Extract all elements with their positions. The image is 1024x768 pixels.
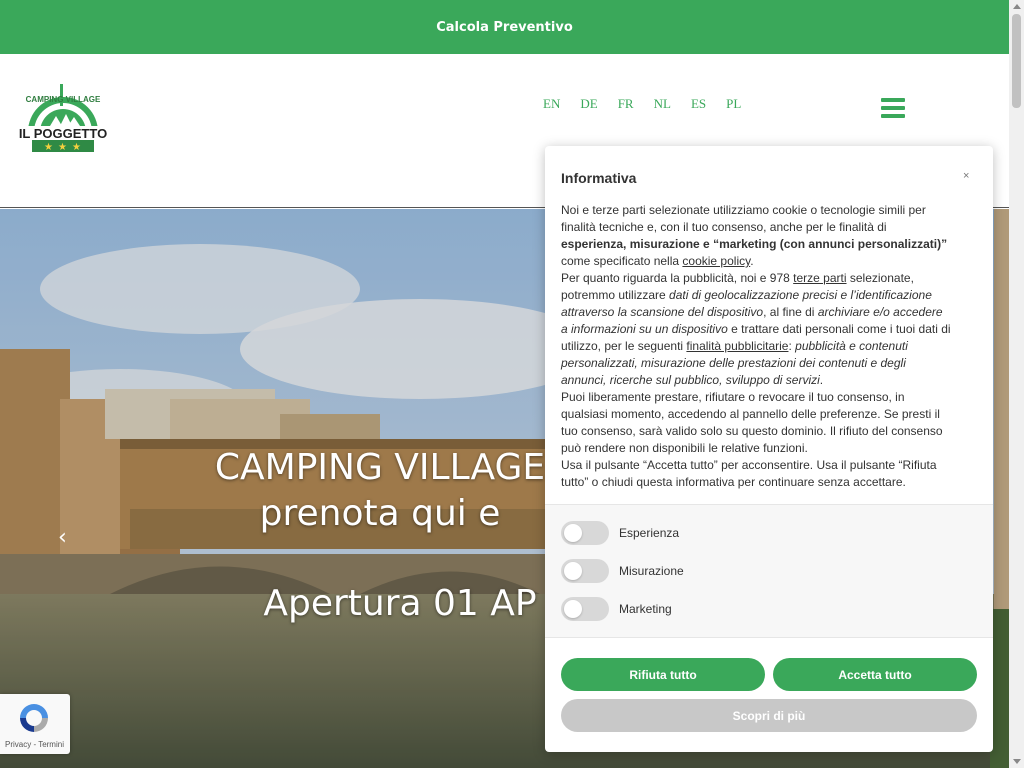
consent-p1-end: .: [750, 254, 754, 268]
top-bar: Calcola Preventivo: [0, 0, 1009, 54]
lang-fr[interactable]: FR: [618, 96, 634, 112]
cookie-policy-link[interactable]: cookie policy: [682, 254, 750, 268]
scroll-down-icon[interactable]: [1013, 759, 1021, 764]
slider-prev-icon[interactable]: ‹: [58, 525, 67, 550]
ad-purposes-link[interactable]: finalità pubblicitarie: [686, 339, 788, 353]
menu-icon[interactable]: [881, 98, 905, 118]
svg-text:★: ★: [44, 142, 53, 153]
marketing-label: Marketing: [619, 602, 672, 616]
cookie-consent-dialog: Informativa × Noi e terze parti selezion…: [545, 146, 993, 752]
svg-text:★: ★: [58, 142, 67, 153]
lang-es[interactable]: ES: [691, 96, 706, 112]
consent-p1-text: Noi e terze parti selezionate utilizziam…: [561, 203, 926, 234]
page-scrollbar[interactable]: [1009, 0, 1024, 768]
consent-p2-text-3: , al fine di: [763, 305, 818, 319]
lang-en[interactable]: EN: [543, 96, 560, 112]
scroll-up-icon[interactable]: [1013, 4, 1021, 9]
scroll-thumb[interactable]: [1012, 14, 1021, 108]
consent-paragraph-2: Per quanto riguarda la pubblicità, noi e…: [561, 270, 951, 389]
close-icon[interactable]: ×: [963, 170, 969, 182]
consent-paragraph-3: Puoi liberamente prestare, rifiutare o r…: [561, 390, 943, 455]
accept-all-button[interactable]: Accetta tutto: [773, 658, 977, 691]
lang-de[interactable]: DE: [580, 96, 597, 112]
measurement-toggle[interactable]: [561, 559, 609, 583]
consent-p1-bold: esperienza, misurazione e “marketing (co…: [561, 237, 948, 251]
quote-link[interactable]: Calcola Preventivo: [436, 20, 573, 35]
reject-all-button[interactable]: Rifiuta tutto: [561, 658, 765, 691]
consent-toggles: Esperienza Misurazione Marketing: [545, 505, 993, 637]
experience-toggle[interactable]: [561, 521, 609, 545]
language-switcher: EN DE FR NL ES PL: [543, 96, 761, 112]
consent-paragraph-4: Usa il pulsante “Accetta tutto” per acco…: [561, 458, 937, 489]
experience-label: Esperienza: [619, 526, 680, 540]
measurement-label: Misurazione: [619, 564, 684, 578]
svg-text:★: ★: [72, 142, 81, 153]
third-parties-link[interactable]: terze parti: [793, 271, 846, 285]
recaptcha-links[interactable]: Privacy - Termini: [5, 740, 64, 749]
toggle-row-marketing: Marketing: [561, 597, 672, 621]
consent-p2-end: .: [819, 373, 824, 387]
recaptcha-icon: [20, 704, 48, 732]
toggle-row-measurement: Misurazione: [561, 559, 684, 583]
learn-more-button[interactable]: Scopri di più: [561, 699, 977, 732]
lang-nl[interactable]: NL: [654, 96, 671, 112]
lang-pl[interactable]: PL: [726, 96, 741, 112]
toggle-row-experience: Esperienza: [561, 521, 679, 545]
consent-title: Informativa: [561, 170, 637, 186]
consent-p2-text: Per quanto riguarda la pubblicità, noi e…: [561, 271, 794, 285]
consent-divider-bottom: [545, 637, 993, 638]
svg-text:IL POGGETTO: IL POGGETTO: [19, 126, 107, 141]
recaptcha-badge[interactable]: Privacy - Termini: [0, 694, 70, 754]
svg-text:CAMPING VILLAGE: CAMPING VILLAGE: [26, 95, 101, 104]
site-logo[interactable]: CAMPING VILLAGE IL POGGETTO ★ ★ ★: [14, 82, 112, 156]
logo-graphic: CAMPING VILLAGE IL POGGETTO ★ ★ ★: [16, 84, 110, 153]
consent-paragraph-1: Noi e terze parti selezionate utilizziam…: [561, 202, 951, 270]
marketing-toggle[interactable]: [561, 597, 609, 621]
consent-p1-text-2: come specificato nella: [561, 254, 683, 268]
consent-text: Noi e terze parti selezionate utilizziam…: [561, 202, 951, 491]
